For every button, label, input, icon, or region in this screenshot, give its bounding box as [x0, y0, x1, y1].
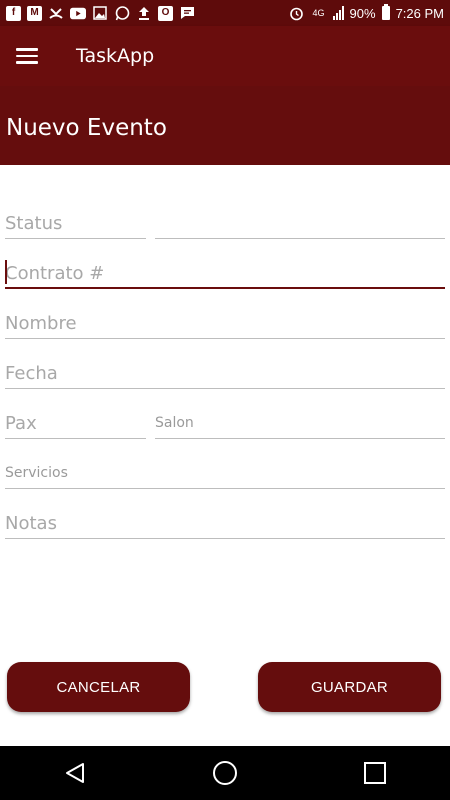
clock: 7:26 PM — [395, 5, 444, 21]
upload-icon — [136, 5, 152, 21]
status-input[interactable] — [5, 210, 146, 236]
text-cursor — [5, 260, 7, 284]
servicios-input[interactable] — [5, 460, 445, 486]
contrato-field[interactable] — [5, 260, 445, 289]
gmail-icon: M — [27, 5, 42, 21]
page-header: Nuevo Evento — [0, 86, 450, 165]
hamburger-menu-icon[interactable] — [16, 41, 46, 71]
system-icons: 4G 90% 7:26 PM — [289, 4, 444, 21]
missed-call-icon — [48, 5, 64, 21]
message-icon — [179, 5, 195, 21]
servicios-field[interactable] — [5, 460, 445, 489]
status-field[interactable] — [5, 210, 146, 239]
outlook-icon: O — [158, 5, 173, 21]
app-bar: TaskApp — [0, 26, 450, 86]
signal-icon — [332, 6, 344, 20]
notas-input[interactable] — [5, 510, 445, 536]
facebook-icon: f — [6, 5, 21, 21]
pax-input[interactable] — [5, 410, 146, 436]
salon-input[interactable] — [155, 410, 445, 436]
alarm-icon — [289, 5, 305, 21]
contrato-input[interactable] — [5, 260, 445, 286]
nombre-field[interactable] — [5, 310, 445, 339]
status-extra-input[interactable] — [155, 210, 445, 236]
youtube-icon — [70, 5, 86, 21]
nombre-input[interactable] — [5, 310, 445, 336]
battery-percent: 90% — [349, 5, 376, 21]
fecha-input[interactable] — [5, 360, 445, 386]
status-extra-field[interactable] — [155, 210, 445, 239]
recents-icon[interactable] — [345, 753, 405, 793]
pax-field[interactable] — [5, 410, 146, 439]
navigation-bar — [0, 746, 450, 800]
lte-icon: 4G — [312, 7, 325, 18]
save-button[interactable]: GUARDAR — [258, 662, 441, 712]
fecha-field[interactable] — [5, 360, 445, 389]
home-icon[interactable] — [195, 753, 255, 793]
back-icon[interactable] — [45, 753, 105, 793]
gallery-icon — [92, 5, 108, 21]
battery-icon — [381, 4, 390, 20]
notification-icons: f M O — [6, 5, 195, 21]
status-bar: f M O 4G 90% 7:26 PM — [0, 0, 450, 26]
page-title: Nuevo Evento — [6, 114, 167, 141]
cancel-button[interactable]: CANCELAR — [7, 662, 190, 712]
whatsapp-icon — [114, 5, 130, 21]
app-title: TaskApp — [76, 45, 155, 67]
notas-field[interactable] — [5, 510, 445, 539]
salon-field[interactable] — [155, 410, 445, 439]
